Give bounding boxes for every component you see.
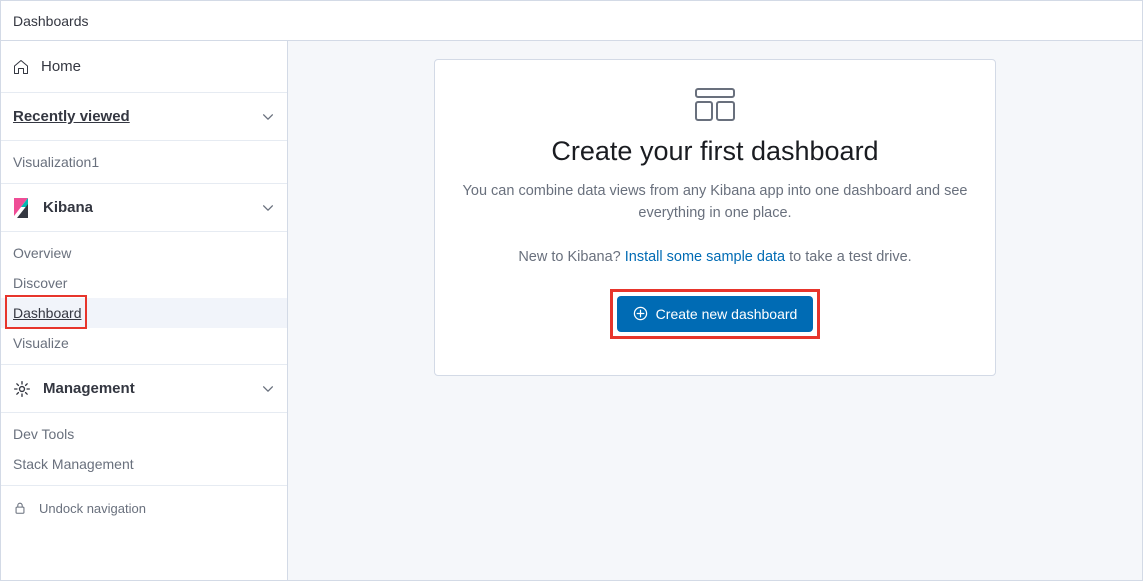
dashboard-icon [695, 88, 735, 122]
sidebar-item-label: Dashboard [13, 305, 82, 321]
sidebar-item-devtools[interactable]: Dev Tools [1, 419, 287, 449]
home-icon [13, 59, 29, 75]
sidebar-item-label: Stack Management [13, 456, 134, 472]
sidebar-item-stackmanagement[interactable]: Stack Management [1, 449, 287, 479]
card-subtext: New to Kibana? Install some sample data … [459, 249, 971, 265]
app-body: Home Recently viewed Visualization1 [1, 41, 1142, 580]
undock-navigation[interactable]: Undock navigation [1, 486, 287, 530]
empty-dashboard-card: Create your first dashboard You can comb… [434, 59, 996, 376]
kibana-logo-icon [13, 198, 31, 218]
sidebar-home[interactable]: Home [1, 41, 287, 93]
sidebar-item-overview[interactable]: Overview [1, 238, 287, 268]
sidebar-section-management: Management Dev Tools Stack Management [1, 365, 287, 486]
install-sample-data-link[interactable]: Install some sample data [625, 249, 785, 265]
recently-viewed-title: Recently viewed [13, 108, 130, 125]
app-frame: Dashboards Home Recently viewed [0, 0, 1143, 581]
main-area: Create your first dashboard You can comb… [288, 41, 1142, 580]
chevron-down-icon [261, 382, 275, 396]
undock-label: Undock navigation [39, 501, 146, 516]
chevron-down-icon [261, 201, 275, 215]
sub-pre: New to Kibana? [518, 249, 624, 265]
sidebar-item-label: Visualize [13, 335, 69, 351]
lock-icon [13, 501, 27, 515]
highlight-box: Create new dashboard [610, 289, 821, 339]
sidebar-item-label: Dev Tools [13, 426, 74, 442]
chevron-down-icon [261, 110, 275, 124]
sidebar-section-recently: Recently viewed Visualization1 [1, 93, 287, 184]
sidebar-item-label: Visualization1 [13, 154, 99, 170]
sidebar-section-kibana: Kibana Overview Discover Dashboard [1, 184, 287, 365]
button-label: Create new dashboard [656, 306, 798, 322]
card-title: Create your first dashboard [459, 136, 971, 167]
home-label: Home [41, 58, 81, 75]
sidebar-item-visualize[interactable]: Visualize [1, 328, 287, 358]
sidebar: Home Recently viewed Visualization1 [1, 41, 288, 580]
gear-icon [13, 380, 31, 398]
sidebar-header-kibana[interactable]: Kibana [1, 184, 287, 232]
kibana-title: Kibana [43, 199, 93, 216]
card-description: You can combine data views from any Kiba… [459, 181, 971, 225]
sidebar-item-dashboard[interactable]: Dashboard [1, 298, 287, 328]
sidebar-item-label: Discover [13, 275, 67, 291]
sidebar-header-recently[interactable]: Recently viewed [1, 93, 287, 141]
sidebar-item-discover[interactable]: Discover [1, 268, 287, 298]
sidebar-header-management[interactable]: Management [1, 365, 287, 413]
sub-post: to take a test drive. [785, 249, 912, 265]
breadcrumb[interactable]: Dashboards [13, 13, 89, 29]
sidebar-item-label: Overview [13, 245, 71, 261]
sidebar-item-visualization1[interactable]: Visualization1 [1, 147, 287, 177]
plus-circle-icon [633, 306, 648, 321]
create-new-dashboard-button[interactable]: Create new dashboard [617, 296, 814, 332]
topbar: Dashboards [1, 1, 1142, 41]
management-title: Management [43, 380, 135, 397]
